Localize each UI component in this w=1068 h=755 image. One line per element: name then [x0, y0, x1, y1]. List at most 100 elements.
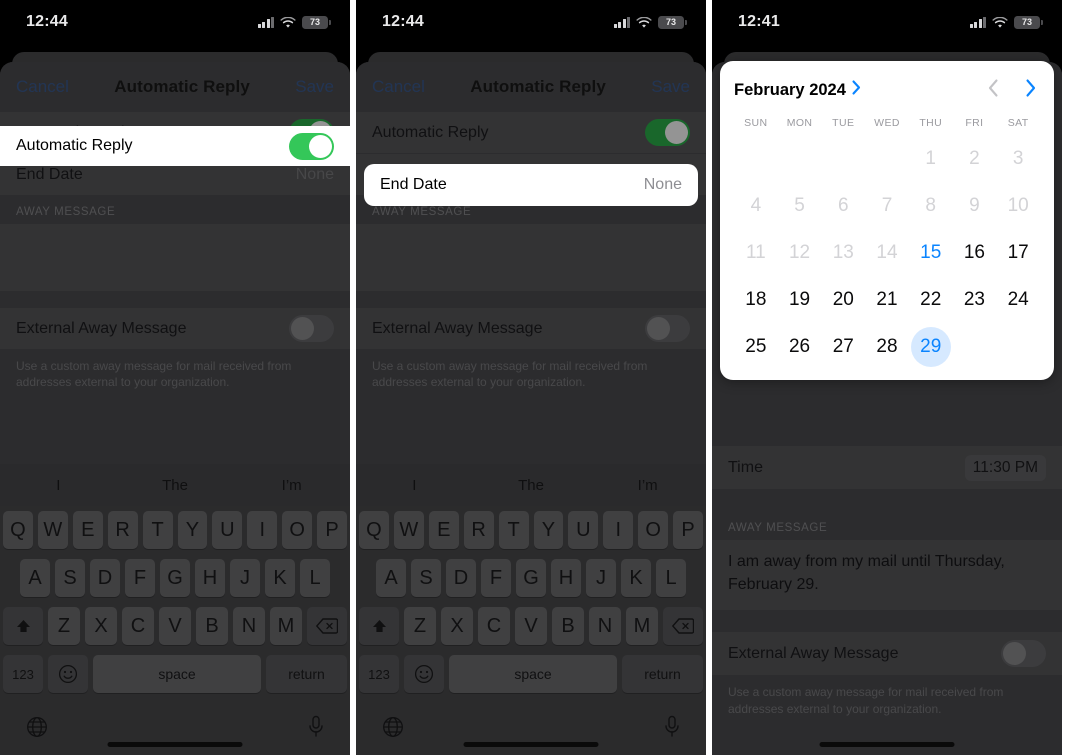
key-s[interactable]: S: [55, 559, 85, 597]
calendar-day-22[interactable]: 22: [909, 276, 953, 323]
key-s[interactable]: S: [411, 559, 441, 597]
time-value[interactable]: 11:30 PM: [964, 454, 1046, 481]
key-o[interactable]: O: [282, 511, 313, 549]
calendar-day-24[interactable]: 24: [996, 276, 1040, 323]
key-e[interactable]: E: [428, 511, 459, 549]
external-away-toggle[interactable]: [1001, 640, 1046, 668]
prediction-3[interactable]: I’m: [233, 477, 350, 494]
away-message-input[interactable]: [0, 224, 350, 292]
key-w[interactable]: W: [393, 511, 424, 549]
away-message-input[interactable]: [356, 224, 706, 292]
globe-icon[interactable]: [382, 716, 404, 743]
key-q[interactable]: Q: [358, 511, 389, 549]
external-away-message-row[interactable]: External Away Message: [0, 308, 350, 350]
prediction-1[interactable]: I: [356, 477, 473, 494]
calendar-day-15[interactable]: 15: [909, 229, 953, 276]
external-away-message-row[interactable]: External Away Message: [712, 632, 1062, 677]
calendar-day-19[interactable]: 19: [778, 276, 822, 323]
numbers-key[interactable]: 123: [3, 655, 43, 693]
key-u[interactable]: U: [212, 511, 243, 549]
key-t[interactable]: T: [142, 511, 173, 549]
month-selector[interactable]: February 2024: [734, 80, 861, 100]
key-y[interactable]: Y: [177, 511, 208, 549]
next-month-button[interactable]: [1025, 78, 1036, 102]
key-x[interactable]: X: [441, 607, 473, 645]
save-button[interactable]: Save: [295, 77, 334, 97]
key-o[interactable]: O: [638, 511, 669, 549]
external-away-toggle[interactable]: [645, 315, 690, 342]
calendar-day-29[interactable]: 29: [909, 323, 953, 370]
time-row[interactable]: Time 11:30 PM: [712, 446, 1062, 490]
key-g[interactable]: G: [160, 559, 190, 597]
key-u[interactable]: U: [568, 511, 599, 549]
key-x[interactable]: X: [85, 607, 117, 645]
key-r[interactable]: R: [463, 511, 494, 549]
key-i[interactable]: I: [247, 511, 278, 549]
key-a[interactable]: A: [20, 559, 50, 597]
calendar-day-16[interactable]: 16: [953, 229, 997, 276]
key-b[interactable]: B: [552, 607, 584, 645]
key-v[interactable]: V: [159, 607, 191, 645]
key-v[interactable]: V: [515, 607, 547, 645]
return-key[interactable]: return: [266, 655, 347, 693]
save-button[interactable]: Save: [651, 77, 690, 97]
microphone-icon[interactable]: [664, 715, 680, 744]
external-away-toggle[interactable]: [289, 315, 334, 342]
key-p[interactable]: P: [317, 511, 348, 549]
key-r[interactable]: R: [107, 511, 138, 549]
space-key[interactable]: space: [449, 655, 617, 693]
globe-icon[interactable]: [26, 716, 48, 743]
key-l[interactable]: L: [656, 559, 686, 597]
calendar-day-21[interactable]: 21: [865, 276, 909, 323]
calendar-day-27[interactable]: 27: [821, 323, 865, 370]
key-z[interactable]: Z: [404, 607, 436, 645]
key-j[interactable]: J: [586, 559, 616, 597]
away-message-text[interactable]: I am away from my mail until Thursday, F…: [712, 540, 1062, 611]
key-m[interactable]: M: [626, 607, 658, 645]
highlight-automatic-reply-row[interactable]: Automatic Reply: [0, 126, 350, 166]
backspace-key[interactable]: [663, 607, 703, 645]
return-key[interactable]: return: [622, 655, 703, 693]
emoji-key[interactable]: [48, 655, 88, 693]
key-n[interactable]: N: [233, 607, 265, 645]
prediction-1[interactable]: I: [0, 477, 117, 494]
key-a[interactable]: A: [376, 559, 406, 597]
cancel-button[interactable]: Cancel: [372, 77, 425, 97]
key-e[interactable]: E: [72, 511, 103, 549]
key-t[interactable]: T: [498, 511, 529, 549]
key-y[interactable]: Y: [533, 511, 564, 549]
key-l[interactable]: L: [300, 559, 330, 597]
key-p[interactable]: P: [673, 511, 704, 549]
key-d[interactable]: D: [446, 559, 476, 597]
key-k[interactable]: K: [621, 559, 651, 597]
microphone-icon[interactable]: [308, 715, 324, 744]
emoji-key[interactable]: [404, 655, 444, 693]
key-q[interactable]: Q: [2, 511, 33, 549]
key-j[interactable]: J: [230, 559, 260, 597]
prediction-3[interactable]: I’m: [589, 477, 706, 494]
key-k[interactable]: K: [265, 559, 295, 597]
calendar-day-28[interactable]: 28: [865, 323, 909, 370]
key-d[interactable]: D: [90, 559, 120, 597]
highlight-end-date-row[interactable]: End Date None: [364, 164, 698, 206]
key-c[interactable]: C: [122, 607, 154, 645]
key-i[interactable]: I: [603, 511, 634, 549]
shift-key[interactable]: [359, 607, 399, 645]
key-g[interactable]: G: [516, 559, 546, 597]
calendar-popup[interactable]: February 2024 SUN MON TUE WED THU FRI SAT 1 2 3 4 5…: [720, 61, 1054, 380]
key-n[interactable]: N: [589, 607, 621, 645]
calendar-day-18[interactable]: 18: [734, 276, 778, 323]
key-z[interactable]: Z: [48, 607, 80, 645]
shift-key[interactable]: [3, 607, 43, 645]
prediction-2[interactable]: The: [117, 477, 234, 494]
automatic-reply-row[interactable]: Automatic Reply: [356, 112, 706, 154]
backspace-key[interactable]: [307, 607, 347, 645]
cancel-button[interactable]: Cancel: [16, 77, 69, 97]
space-key[interactable]: space: [93, 655, 261, 693]
key-m[interactable]: M: [270, 607, 302, 645]
calendar-day-25[interactable]: 25: [734, 323, 778, 370]
key-b[interactable]: B: [196, 607, 228, 645]
key-h[interactable]: H: [195, 559, 225, 597]
key-w[interactable]: W: [37, 511, 68, 549]
key-h[interactable]: H: [551, 559, 581, 597]
